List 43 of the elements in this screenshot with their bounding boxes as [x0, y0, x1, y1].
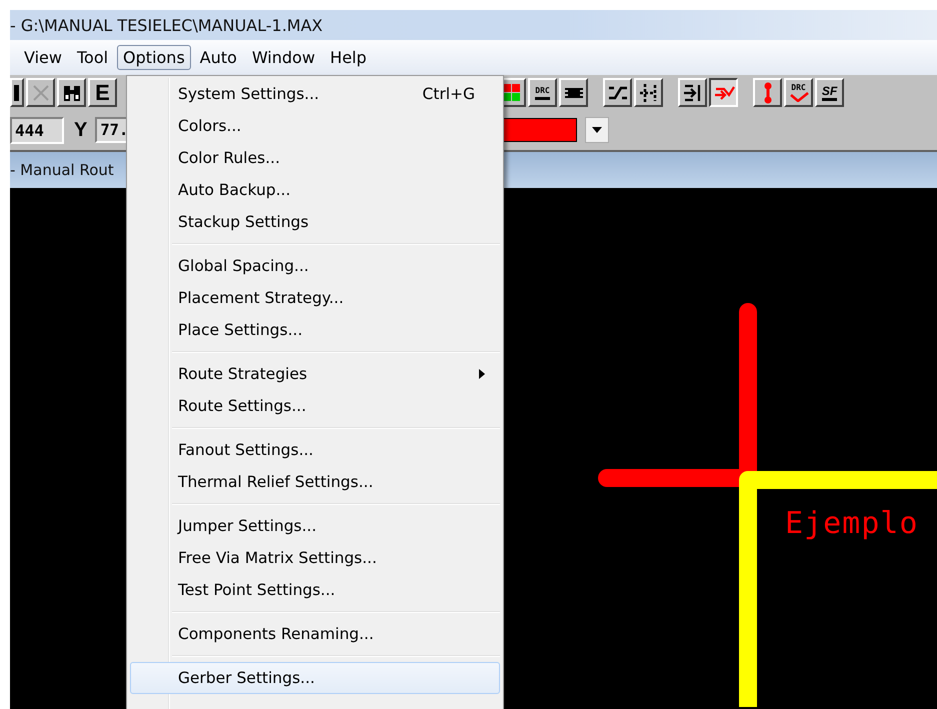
checkmark-icon	[788, 92, 808, 102]
silkscreen-text: Ejemplo	[785, 506, 918, 541]
menu-item[interactable]: Components Renaming...	[130, 618, 500, 650]
find-button[interactable]	[57, 78, 86, 107]
menu-item[interactable]: Jumper Settings...	[130, 510, 500, 542]
menu-item[interactable]: Route Settings...	[130, 390, 500, 422]
x-coordinate-field[interactable]: 444	[10, 116, 64, 144]
menu-item[interactable]: Free Via Matrix Settings...	[130, 542, 500, 574]
menu-item[interactable]: Route Strategies	[130, 358, 500, 390]
menu-item[interactable]: Test Point Settings...	[130, 574, 500, 606]
menu-item[interactable]: System Settings... Ctrl+G	[130, 78, 500, 110]
toolbar-button[interactable]	[709, 78, 738, 107]
menu-item[interactable]: Placement Strategy...	[130, 282, 500, 314]
submenu-arrow-icon	[479, 369, 485, 379]
arrow-into-bar-icon	[682, 82, 702, 102]
window-title: - G:\MANUAL TESIELEC\MANUAL-1.MAX	[10, 16, 323, 34]
dropdown-button[interactable]	[585, 117, 610, 143]
menu-item[interactable]: Global Spacing...	[130, 250, 500, 282]
menu-item[interactable]: Stackup Settings	[130, 206, 500, 238]
menu-item[interactable]: Fanout Settings...	[130, 434, 500, 466]
y-label: Y	[74, 118, 88, 142]
color-grid-icon	[502, 82, 520, 102]
menu-item[interactable]: Thermal Relief Settings...	[130, 466, 500, 498]
close-icon	[30, 82, 50, 102]
menu-item[interactable]: Tool	[70, 45, 114, 70]
menu-item[interactable]: Gerber Settings...	[130, 662, 500, 694]
toolbar-button[interactable]: DRC	[784, 78, 813, 107]
menu-item[interactable]: Options	[117, 45, 191, 70]
toolbar-button[interactable]: E	[88, 78, 117, 107]
toolbar-button[interactable]: SF	[815, 78, 844, 107]
menu-item[interactable]: Color Rules...	[130, 142, 500, 174]
menu-item[interactable]: Help	[324, 45, 373, 70]
menu-item[interactable]: View	[18, 45, 68, 70]
menu-item[interactable]: Place Settings...	[130, 314, 500, 346]
menu-item[interactable]: Auto Backup...	[130, 174, 500, 206]
menu-item[interactable]: Auto	[194, 45, 243, 70]
split-icon	[638, 82, 658, 102]
bar-icon	[12, 84, 22, 102]
via-icon	[762, 82, 774, 104]
menu-item[interactable]: Window	[246, 45, 322, 70]
document-title: - Manual Rout	[10, 161, 114, 179]
toolbar-button[interactable]: DRC	[528, 78, 557, 107]
caret-icon	[592, 127, 602, 133]
